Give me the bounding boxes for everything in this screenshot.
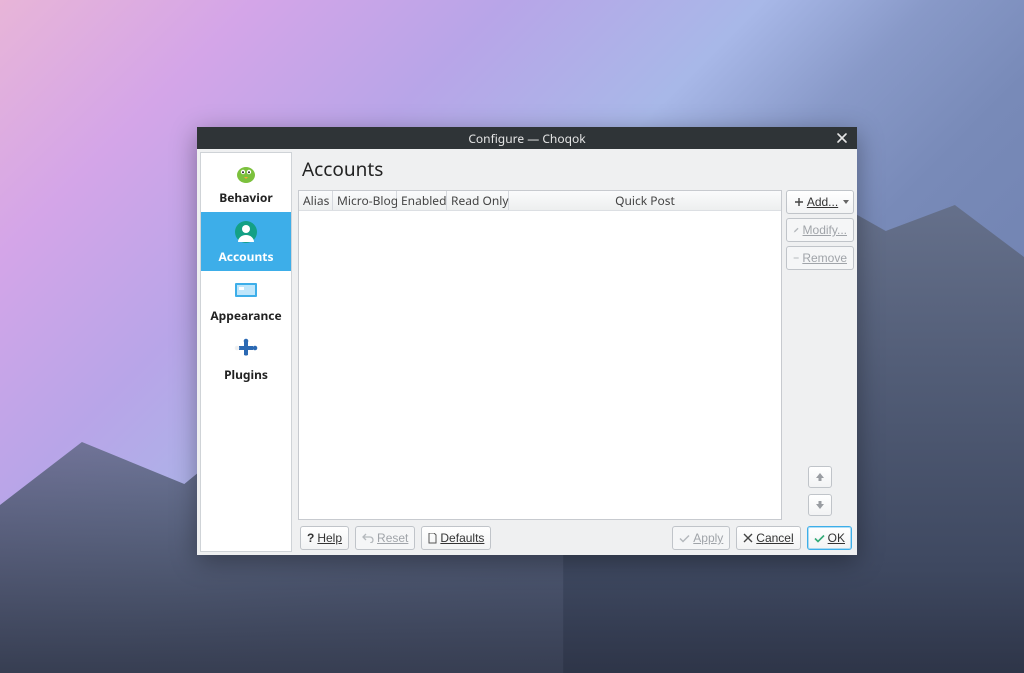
defaults-button-label: Defaults — [440, 531, 484, 545]
window-close-button[interactable] — [831, 127, 853, 149]
cancel-button[interactable]: Cancel — [736, 526, 800, 550]
column-readonly[interactable]: Read Only — [447, 191, 509, 210]
table-body-empty — [299, 211, 781, 519]
x-icon — [743, 533, 753, 543]
check-icon — [679, 534, 690, 543]
sidebar-item-plugins[interactable]: Plugins — [201, 330, 291, 389]
column-enabled[interactable]: Enabled — [397, 191, 447, 210]
document-icon — [428, 533, 437, 544]
cancel-button-label: Cancel — [756, 531, 793, 545]
reset-button[interactable]: Reset — [355, 526, 415, 550]
ok-button[interactable]: OK — [807, 526, 852, 550]
remove-button[interactable]: Remove — [786, 246, 854, 270]
sidebar-item-accounts[interactable]: Accounts — [201, 212, 291, 271]
remove-button-label: Remove — [802, 251, 847, 265]
sidebar-item-appearance[interactable]: Appearance — [201, 271, 291, 330]
modify-button-label: Modify... — [803, 223, 847, 237]
move-down-button[interactable] — [808, 494, 832, 516]
column-quickpost[interactable]: Quick Post — [509, 191, 781, 210]
help-button-label: Help — [317, 531, 342, 545]
arrow-up-icon — [814, 471, 826, 483]
plus-icon — [794, 197, 804, 207]
page-title: Accounts — [298, 152, 854, 190]
help-icon: ? — [307, 531, 314, 545]
add-button-label: Add... — [807, 195, 838, 209]
sidebar: Behavior Accounts Appearance Plugins — [200, 152, 292, 552]
desktop-icon — [232, 277, 260, 305]
apply-button[interactable]: Apply — [672, 526, 730, 550]
apply-button-label: Apply — [693, 531, 723, 545]
bird-icon — [232, 159, 260, 187]
sidebar-item-label: Accounts — [218, 248, 273, 265]
plugin-icon — [232, 336, 260, 364]
column-alias[interactable]: Alias — [299, 191, 333, 210]
minus-icon — [793, 253, 799, 263]
column-microblog[interactable]: Micro-Blog — [333, 191, 397, 210]
table-header: Alias Micro-Blog Enabled Read Only Quick… — [299, 191, 781, 211]
move-up-button[interactable] — [808, 466, 832, 488]
undo-icon — [362, 533, 374, 543]
help-button[interactable]: ? Help — [300, 526, 349, 550]
close-icon — [836, 132, 848, 144]
main-panel: Accounts Alias Micro-Blog Enabled Read O… — [292, 149, 857, 555]
window-title: Configure — Choqok — [468, 130, 585, 147]
right-button-column: Add... Modify... Remove — [786, 190, 854, 520]
sidebar-item-label: Plugins — [224, 366, 268, 383]
pencil-icon — [793, 225, 800, 235]
check-icon — [814, 534, 825, 543]
sidebar-item-label: Behavior — [219, 189, 272, 206]
accounts-table[interactable]: Alias Micro-Blog Enabled Read Only Quick… — [298, 190, 782, 520]
modify-button[interactable]: Modify... — [786, 218, 854, 242]
titlebar[interactable]: Configure — Choqok — [197, 127, 857, 149]
dialog-footer: ? Help Reset Defaults Apply — [298, 520, 854, 552]
ok-button-label: OK — [828, 531, 845, 545]
reset-button-label: Reset — [377, 531, 408, 545]
configure-dialog: Configure — Choqok Behavior Accounts — [197, 127, 857, 555]
arrow-down-icon — [814, 499, 826, 511]
defaults-button[interactable]: Defaults — [421, 526, 491, 550]
sidebar-item-behavior[interactable]: Behavior — [201, 153, 291, 212]
sidebar-item-label: Appearance — [210, 307, 281, 324]
user-icon — [232, 218, 260, 246]
add-button[interactable]: Add... — [786, 190, 854, 214]
